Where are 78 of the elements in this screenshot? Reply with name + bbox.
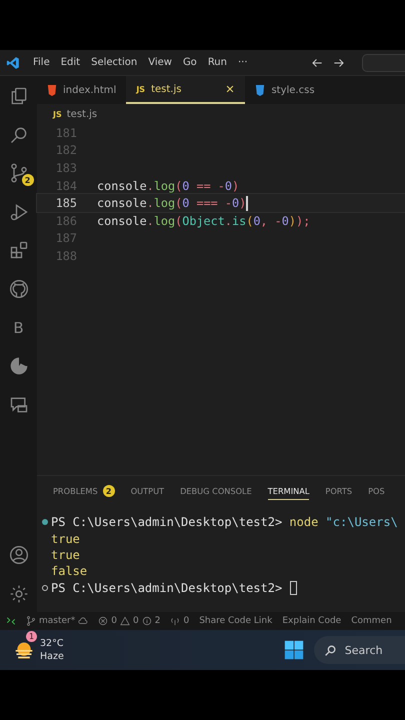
- notification-badge: 2: [22, 174, 34, 186]
- line-number: 182: [54, 143, 77, 158]
- antenna-icon: [170, 616, 180, 626]
- warning-icon: [120, 616, 130, 626]
- html-file-icon: [47, 84, 57, 96]
- info-icon: [142, 616, 152, 626]
- menu-item[interactable]: Go: [182, 57, 197, 68]
- logo-icon: [6, 56, 20, 70]
- status-item[interactable]: Share Code Link: [199, 616, 272, 626]
- terminal-output: false: [51, 564, 88, 578]
- menu-item[interactable]: Run: [208, 57, 227, 68]
- line-number: 188: [54, 248, 77, 263]
- settings-icon[interactable]: [8, 584, 28, 604]
- branch-icon[interactable]: [8, 163, 28, 184]
- ports-status[interactable]: 0: [170, 616, 190, 626]
- monitor-icon[interactable]: [8, 394, 28, 415]
- js-file-icon: JS: [136, 84, 146, 94]
- breadcrumb-item[interactable]: test.js: [66, 108, 98, 120]
- code-line: console.log(0 == -0): [97, 178, 240, 193]
- line-number: 186: [54, 214, 77, 228]
- files-icon[interactable]: [8, 86, 28, 106]
- panel-tab[interactable]: OUTPUT: [130, 482, 164, 500]
- line-number: 187: [54, 231, 77, 246]
- menu-item[interactable]: ···: [238, 57, 248, 68]
- menu-item[interactable]: File: [33, 57, 50, 68]
- terminal-line: PS C:\Users\admin\Desktop\test2>: [51, 580, 284, 595]
- line-number: 183: [54, 160, 77, 175]
- line-number: 185: [54, 196, 77, 210]
- remote-icon[interactable]: [6, 616, 16, 626]
- panel-tab[interactable]: TERMINAL: [268, 482, 310, 500]
- search-icon: [324, 644, 337, 656]
- terminal-line: PS C:\Users\admin\Desktop\test2> node "c:\Users\: [51, 515, 398, 530]
- branch-name: master*: [39, 616, 76, 626]
- weather-condition: Haze: [40, 650, 64, 663]
- play-bug-icon[interactable]: [8, 202, 28, 222]
- line-number: 184: [54, 178, 77, 193]
- account-icon[interactable]: [8, 545, 28, 566]
- info-count: 2: [154, 616, 160, 626]
- branch-status[interactable]: master*: [26, 616, 88, 626]
- code-line: console.log(0 === -0): [97, 196, 246, 210]
- terminal-output: true: [51, 532, 80, 546]
- activity-letter[interactable]: B: [13, 318, 24, 337]
- warning-count: 0: [132, 616, 139, 626]
- panel-tab[interactable]: DEBUG CONSOLE: [180, 482, 252, 500]
- search-placeholder: Search: [344, 644, 383, 656]
- close-icon[interactable]: [225, 84, 236, 94]
- line-number: 181: [54, 126, 77, 140]
- problems-status[interactable]: 0 0 2: [98, 616, 160, 626]
- text-cursor: [246, 196, 248, 211]
- menu-item[interactable]: Selection: [91, 57, 138, 68]
- count-badge: 2: [102, 485, 115, 497]
- search-field[interactable]: Search: [314, 636, 405, 664]
- code-line: console.log(Object.is(0, -0));: [97, 214, 310, 228]
- panel-tab[interactable]: POS: [368, 482, 385, 500]
- status-item[interactable]: Commen: [351, 616, 392, 626]
- weather-icon[interactable]: [14, 640, 34, 660]
- editor-tab[interactable]: JS test.js: [126, 76, 246, 104]
- notification-badge: 1: [26, 631, 37, 642]
- panel-tab[interactable]: PROBLEMS: [53, 482, 98, 500]
- css-file-icon: [255, 84, 266, 96]
- menu-item[interactable]: View: [148, 57, 172, 68]
- panel-tab[interactable]: PORTS: [325, 482, 352, 500]
- extensions-icon[interactable]: [8, 240, 28, 260]
- status-item[interactable]: Explain Code: [282, 616, 342, 626]
- cloud-icon: [78, 616, 88, 626]
- error-count: 0: [111, 616, 117, 626]
- menu-item[interactable]: Edit: [60, 57, 80, 68]
- temperature-text: 32°C: [40, 637, 64, 650]
- branch-icon: [26, 616, 36, 626]
- search-icon[interactable]: [8, 124, 28, 145]
- cat-icon[interactable]: [8, 278, 28, 299]
- ports-count: 0: [183, 616, 190, 626]
- windows-logo-icon[interactable]: [284, 640, 304, 660]
- pie-icon[interactable]: [8, 356, 28, 376]
- command-center-field[interactable]: [362, 54, 405, 72]
- error-icon: [98, 616, 108, 626]
- js-file-icon: JS: [53, 110, 62, 118]
- terminal-output: true: [51, 548, 80, 562]
